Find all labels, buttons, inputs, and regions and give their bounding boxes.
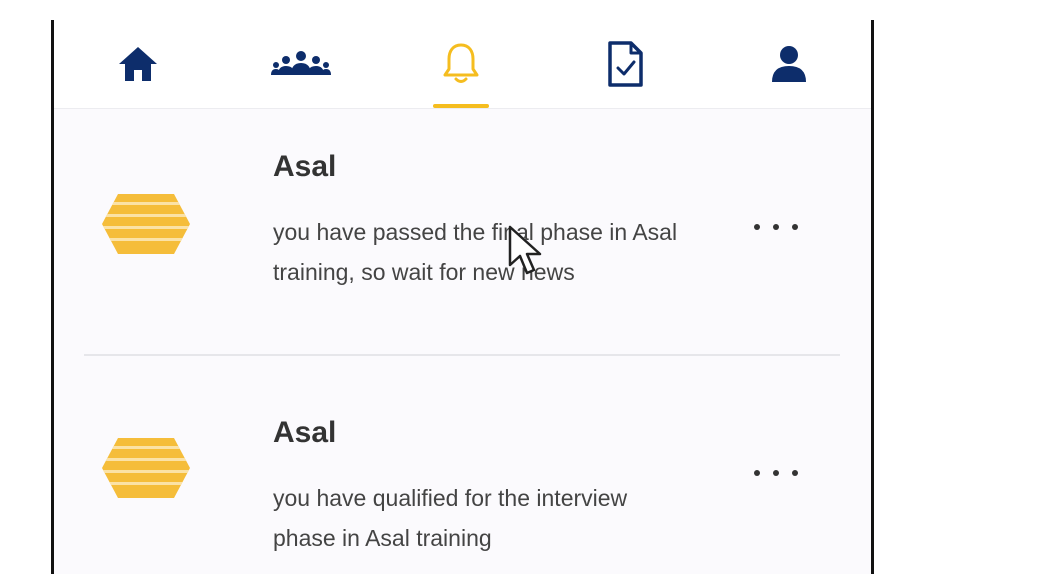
bottom-nav-bar (54, 20, 871, 109)
asal-logo (102, 194, 190, 254)
more-options-button[interactable] (754, 215, 798, 239)
divider (84, 354, 840, 356)
nav-documents[interactable] (580, 20, 670, 108)
notification-body: you have qualified for the interview pha… (273, 485, 628, 551)
document-check-icon (608, 41, 643, 87)
nav-groups[interactable] (256, 20, 346, 108)
more-icon (754, 224, 760, 230)
notification-title: Asal (273, 150, 337, 183)
notification-title: Asal (273, 416, 337, 449)
home-icon (119, 47, 157, 81)
notification-body: you have passed the final phase in Asal … (273, 219, 678, 285)
nav-home[interactable] (93, 20, 183, 108)
user-icon (772, 46, 806, 82)
active-tab-indicator (433, 104, 489, 108)
group-icon (271, 51, 331, 75)
nav-profile[interactable] (744, 20, 834, 108)
nav-notifications[interactable] (416, 20, 506, 108)
notification-item[interactable]: Asal you have qualified for the intervie… (54, 396, 871, 574)
asal-logo (102, 438, 190, 498)
app-screen: Asal you have passed the final phase in … (51, 20, 874, 574)
more-icon (754, 470, 760, 476)
notification-item[interactable]: Asal you have passed the final phase in … (54, 130, 871, 354)
mouse-cursor-icon (508, 225, 542, 275)
bell-icon (443, 43, 479, 83)
more-options-button[interactable] (754, 461, 798, 485)
